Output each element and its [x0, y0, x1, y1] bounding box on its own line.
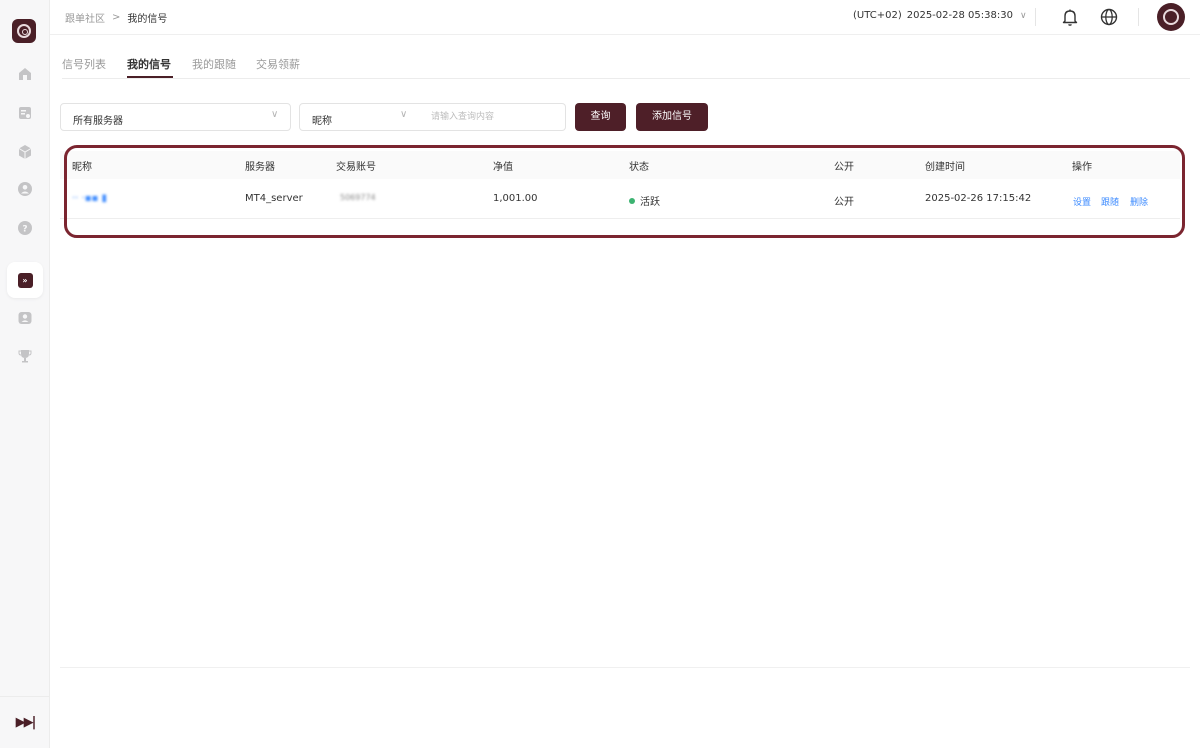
- tab-my-signals[interactable]: 我的信号: [127, 56, 171, 72]
- signal-icon[interactable]: »: [7, 262, 43, 298]
- user-icon[interactable]: [13, 177, 37, 201]
- datetime-label: 2025-02-28 05:38:30: [906, 10, 1013, 21]
- report-icon[interactable]: [13, 101, 37, 125]
- breadcrumb-parent[interactable]: 跟单社区: [65, 10, 105, 25]
- chevron-right-icon: >: [112, 12, 121, 23]
- top-header: 跟单社区 > 我的信号 (UTC+02) 2025-02-28 05:38:30…: [50, 0, 1200, 35]
- server-select[interactable]: 所有服务器 ∨: [60, 103, 291, 131]
- header-divider: [1035, 8, 1036, 26]
- server-select-value: 所有服务器: [73, 116, 123, 127]
- sidebar: ? » ▶▶|: [0, 0, 50, 748]
- timezone-selector[interactable]: (UTC+02) 2025-02-28 05:38:30 ∨: [853, 10, 1027, 21]
- header-divider: [1138, 8, 1139, 26]
- search-input[interactable]: [419, 103, 566, 131]
- bell-icon[interactable]: [1060, 7, 1080, 27]
- chevron-down-icon: ∨: [1019, 10, 1027, 21]
- query-button[interactable]: 查询: [575, 103, 626, 131]
- content-divider: [60, 667, 1190, 668]
- field-select[interactable]: 昵称 ∨: [299, 103, 420, 131]
- highlight-frame: [64, 145, 1185, 238]
- globe-icon[interactable]: [1099, 7, 1119, 27]
- tab-my-follows[interactable]: 我的跟随: [192, 56, 236, 72]
- tab-signal-list[interactable]: 信号列表: [62, 56, 106, 72]
- expand-sidebar-icon[interactable]: ▶▶|: [0, 696, 50, 748]
- trophy-icon[interactable]: [13, 344, 37, 368]
- chevron-down-icon: ∨: [400, 109, 408, 120]
- active-tab-indicator: [127, 76, 173, 78]
- home-icon[interactable]: [13, 62, 37, 86]
- timezone-label: (UTC+02): [853, 10, 902, 21]
- add-signal-button[interactable]: 添加信号: [636, 103, 708, 131]
- tab-trading-rewards[interactable]: 交易领薪: [256, 56, 300, 72]
- breadcrumb: 跟单社区 > 我的信号: [65, 10, 167, 25]
- avatar[interactable]: [1157, 3, 1185, 31]
- chevron-down-icon: ∨: [271, 109, 279, 120]
- app-root: ? » ▶▶| 跟单社区 > 我的信号 (UTC+02) 2025-02-28 …: [0, 0, 1200, 748]
- cube-icon[interactable]: [13, 140, 37, 164]
- help-icon[interactable]: ?: [13, 216, 37, 240]
- field-select-value: 昵称: [312, 116, 332, 127]
- breadcrumb-current: 我的信号: [127, 14, 168, 25]
- tab-bar: 信号列表 我的信号 我的跟随 交易领薪: [62, 48, 1190, 79]
- user-card-icon[interactable]: [13, 306, 37, 330]
- logo[interactable]: [12, 19, 36, 43]
- svg-text:?: ?: [22, 225, 27, 235]
